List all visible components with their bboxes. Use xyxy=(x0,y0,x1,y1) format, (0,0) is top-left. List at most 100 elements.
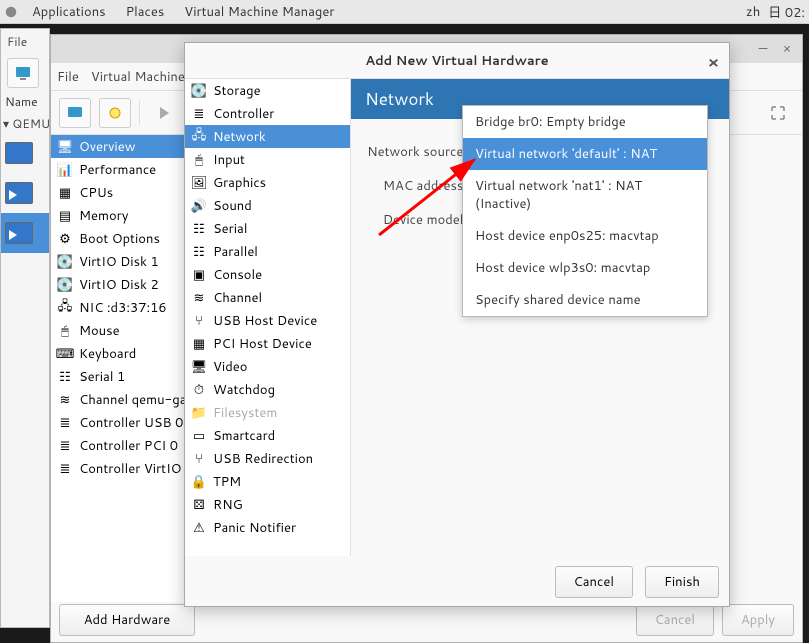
places-menu[interactable]: Places xyxy=(116,1,175,23)
dropdown-item-default-nat[interactable]: Virtual network 'default' : NAT xyxy=(463,138,707,170)
hwtype-storage[interactable]: 💽Storage xyxy=(185,79,350,102)
dropdown-item-wlp3s0[interactable]: Host device wlp3s0: macvtap xyxy=(463,252,707,284)
hwtype-sound[interactable]: 🔊Sound xyxy=(185,194,350,217)
vmm-toolbar xyxy=(1,53,49,93)
hwtype-video[interactable]: 🖥Video xyxy=(185,355,350,378)
hwtype-smartcard[interactable]: ▭Smartcard xyxy=(185,424,350,447)
hwtype-rng[interactable]: ⚄RNG xyxy=(185,493,350,516)
device-model-label: Device model: xyxy=(365,211,475,229)
usb-icon: ⑂ xyxy=(191,313,207,329)
tree-host[interactable]: ▾ QEMU xyxy=(1,113,49,133)
topbar-right: zh 日 02: xyxy=(746,2,805,22)
applications-menu[interactable]: Applications xyxy=(22,1,116,23)
dialog-close-button[interactable]: × xyxy=(708,51,719,74)
vm-footer: Add Hardware Cancel Apply xyxy=(59,604,794,636)
controller-icon: ≣ xyxy=(57,438,73,454)
tree-vm-3[interactable] xyxy=(1,213,49,253)
nic-icon: 🖧 xyxy=(57,300,73,316)
close-button[interactable]: × xyxy=(780,42,794,56)
filesystem-icon: 📁 xyxy=(191,405,207,421)
tree-vm-1[interactable] xyxy=(1,133,49,173)
dialog-titlebar[interactable]: Add New Virtual Hardware × xyxy=(185,43,729,79)
hwtype-panic[interactable]: ⚠Panic Notifier xyxy=(185,516,350,539)
add-hardware-button[interactable]: Add Hardware xyxy=(59,604,195,636)
dialog-footer: Cancel Finish xyxy=(555,566,719,598)
vmm-tree: ▾ QEMU xyxy=(1,113,49,253)
console-button[interactable] xyxy=(59,98,91,128)
network-source-dropdown[interactable]: Bridge br0: Empty bridge Virtual network… xyxy=(462,105,708,317)
dropdown-item-nat1[interactable]: Virtual network 'nat1' : NAT (Inactive) xyxy=(463,170,707,220)
hwtype-network[interactable]: 🖧Network xyxy=(185,125,350,148)
hw-disk1[interactable]: 💽VirtIO Disk 1 xyxy=(51,250,186,273)
sound-icon: 🔊 xyxy=(191,198,207,214)
vm-running-icon xyxy=(5,182,33,204)
serial-icon: ☷ xyxy=(191,221,207,237)
hwtype-graphics[interactable]: 🖼Graphics xyxy=(185,171,350,194)
dropdown-item-enp0s25[interactable]: Host device enp0s25: macvtap xyxy=(463,220,707,252)
hwtype-console[interactable]: ▣Console xyxy=(185,263,350,286)
hwtype-pcihost[interactable]: ▦PCI Host Device xyxy=(185,332,350,355)
tree-vm-2[interactable] xyxy=(1,173,49,213)
menu-virtual-machine[interactable]: Virtual Machine xyxy=(91,68,185,86)
gnome-topbar: Applications Places Virtual Machine Mana… xyxy=(0,0,809,24)
controller-icon: ≣ xyxy=(57,415,73,431)
hw-keyboard[interactable]: ⌨Keyboard xyxy=(51,342,186,365)
perf-icon: 📊 xyxy=(57,162,73,178)
toolbar-separator xyxy=(139,101,140,125)
hw-boot[interactable]: ⚙Boot Options xyxy=(51,227,186,250)
hw-virtio[interactable]: ≣Controller VirtIO xyxy=(51,457,186,480)
smartcard-icon: ▭ xyxy=(191,428,207,444)
hwtype-tpm[interactable]: 🔒TPM xyxy=(185,470,350,493)
hw-pci[interactable]: ≣Controller PCI 0 xyxy=(51,434,186,457)
input-method-indicator[interactable]: zh xyxy=(746,3,760,21)
hwtype-usbredir[interactable]: ⑂USB Redirection xyxy=(185,447,350,470)
mac-label: MAC address: xyxy=(365,177,475,195)
rng-icon: ⚄ xyxy=(191,497,207,513)
hw-channel[interactable]: ≋Channel qemu-ga xyxy=(51,388,186,411)
hw-performance[interactable]: 📊Performance xyxy=(51,158,186,181)
fullscreen-button[interactable] xyxy=(762,98,794,128)
disk-icon: 💽 xyxy=(57,277,73,293)
video-icon: 🖥 xyxy=(191,359,207,375)
vmm-column-name[interactable]: Name xyxy=(1,93,49,113)
dialog-finish-button[interactable]: Finish xyxy=(645,566,719,598)
date-indicator[interactable]: 日 02: xyxy=(768,2,805,22)
parallel-icon: ☷ xyxy=(191,244,207,260)
channel-icon: ≋ xyxy=(191,290,207,306)
hw-nic[interactable]: 🖧NIC :d3:37:16 xyxy=(51,296,186,319)
hwtype-channel[interactable]: ≋Channel xyxy=(185,286,350,309)
dropdown-item-shared[interactable]: Specify shared device name xyxy=(463,284,707,316)
vmm-menu-file[interactable]: File xyxy=(1,29,49,53)
hwtype-watchdog[interactable]: ⏱Watchdog xyxy=(185,378,350,401)
mouse-icon: 🖱 xyxy=(191,152,207,168)
new-vm-button[interactable] xyxy=(7,58,39,88)
app-title[interactable]: Virtual Machine Manager xyxy=(174,1,344,23)
hw-cpus[interactable]: ▦CPUs xyxy=(51,181,186,204)
vm-icon xyxy=(5,142,33,164)
hwtype-input[interactable]: 🖱Input xyxy=(185,148,350,171)
hardware-list: 🖥Overview 📊Performance ▦CPUs ▤Memory ⚙Bo… xyxy=(51,135,187,602)
panic-icon: ⚠ xyxy=(191,520,207,536)
hwtype-usbhost[interactable]: ⑂USB Host Device xyxy=(185,309,350,332)
disk-icon: 💽 xyxy=(57,254,73,270)
hwtype-serial[interactable]: ☷Serial xyxy=(185,217,350,240)
cancel-button[interactable]: Cancel xyxy=(636,604,714,636)
hw-usb[interactable]: ≣Controller USB 0 xyxy=(51,411,186,434)
minimize-button[interactable]: — xyxy=(756,42,770,56)
details-button[interactable] xyxy=(99,98,131,128)
hwtype-controller[interactable]: ≣Controller xyxy=(185,102,350,125)
menu-file[interactable]: File xyxy=(57,68,79,86)
dialog-cancel-button[interactable]: Cancel xyxy=(555,566,633,598)
controller-icon: ≣ xyxy=(191,106,207,122)
hw-disk2[interactable]: 💽VirtIO Disk 2 xyxy=(51,273,186,296)
hw-overview[interactable]: 🖥Overview xyxy=(51,135,186,158)
hw-memory[interactable]: ▤Memory xyxy=(51,204,186,227)
dropdown-item-bridge[interactable]: Bridge br0: Empty bridge xyxy=(463,106,707,138)
apply-button[interactable]: Apply xyxy=(722,604,794,636)
run-button[interactable] xyxy=(148,98,180,128)
hwtype-parallel[interactable]: ☷Parallel xyxy=(185,240,350,263)
memory-icon: ▤ xyxy=(57,208,73,224)
hw-serial1[interactable]: ☷Serial 1 xyxy=(51,365,186,388)
nic-icon: 🖧 xyxy=(191,129,207,145)
hw-mouse[interactable]: 🖱Mouse xyxy=(51,319,186,342)
